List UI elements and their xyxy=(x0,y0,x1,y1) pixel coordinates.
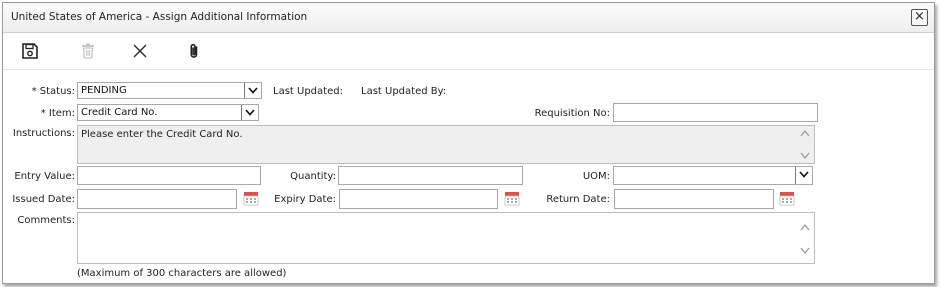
calendar-icon[interactable] xyxy=(504,190,520,206)
scroll-up-icon[interactable] xyxy=(800,223,810,231)
chevron-down-icon[interactable] xyxy=(244,83,261,98)
instructions-area: Please enter the Credit Card No. xyxy=(77,125,815,164)
save-icon[interactable] xyxy=(21,42,39,60)
requisition-input[interactable] xyxy=(613,103,818,122)
comments-label: Comments: xyxy=(17,215,75,226)
comments-textarea[interactable] xyxy=(77,212,815,264)
form-area: * Status: PENDING Last Updated: Last Upd… xyxy=(3,73,934,283)
assign-info-dialog: United States of America - Assign Additi… xyxy=(2,2,935,284)
return-date-label: Return Date: xyxy=(546,194,610,205)
calendar-icon[interactable] xyxy=(779,190,795,206)
status-value: PENDING xyxy=(81,85,127,96)
chevron-down-icon[interactable] xyxy=(241,105,258,120)
scroll-down-icon[interactable] xyxy=(800,152,810,160)
scroll-up-icon[interactable] xyxy=(800,129,810,137)
entry-value-input[interactable] xyxy=(77,166,261,185)
requisition-label: Requisition No: xyxy=(534,108,610,119)
instructions-label: Instructions: xyxy=(12,128,75,139)
quantity-input[interactable] xyxy=(338,166,523,185)
last-updated-by-label: Last Updated By: xyxy=(361,86,447,97)
dialog-close-button[interactable]: × xyxy=(911,9,928,26)
scroll-down-icon[interactable] xyxy=(800,247,810,255)
status-select[interactable]: PENDING xyxy=(77,82,262,99)
paperclip-icon[interactable] xyxy=(185,42,203,60)
instructions-value: Please enter the Credit Card No. xyxy=(81,129,243,140)
status-label: * Status: xyxy=(31,86,75,97)
item-label: * Item: xyxy=(40,108,75,119)
toolbar xyxy=(3,33,934,70)
return-date-input[interactable] xyxy=(614,189,774,209)
comments-hint: (Maximum of 300 characters are allowed) xyxy=(77,268,287,279)
last-updated-label: Last Updated: xyxy=(273,86,343,97)
uom-label: UOM: xyxy=(582,171,610,182)
quantity-label: Quantity: xyxy=(290,171,336,182)
issued-date-input[interactable] xyxy=(77,189,237,209)
item-value: Credit Card No. xyxy=(81,107,158,118)
dialog-title: United States of America - Assign Additi… xyxy=(11,11,308,23)
expiry-date-label: Expiry Date: xyxy=(274,194,336,205)
close-icon[interactable] xyxy=(131,42,149,60)
uom-select[interactable] xyxy=(613,166,813,185)
calendar-icon[interactable] xyxy=(243,190,259,206)
entry-value-label: Entry Value: xyxy=(14,171,75,182)
trash-icon[interactable] xyxy=(79,42,97,60)
chevron-down-icon[interactable] xyxy=(795,167,812,184)
issued-date-label: Issued Date: xyxy=(12,194,75,205)
item-select[interactable]: Credit Card No. xyxy=(77,104,259,121)
dialog-titlebar: United States of America - Assign Additi… xyxy=(3,3,934,33)
expiry-date-input[interactable] xyxy=(339,189,498,209)
